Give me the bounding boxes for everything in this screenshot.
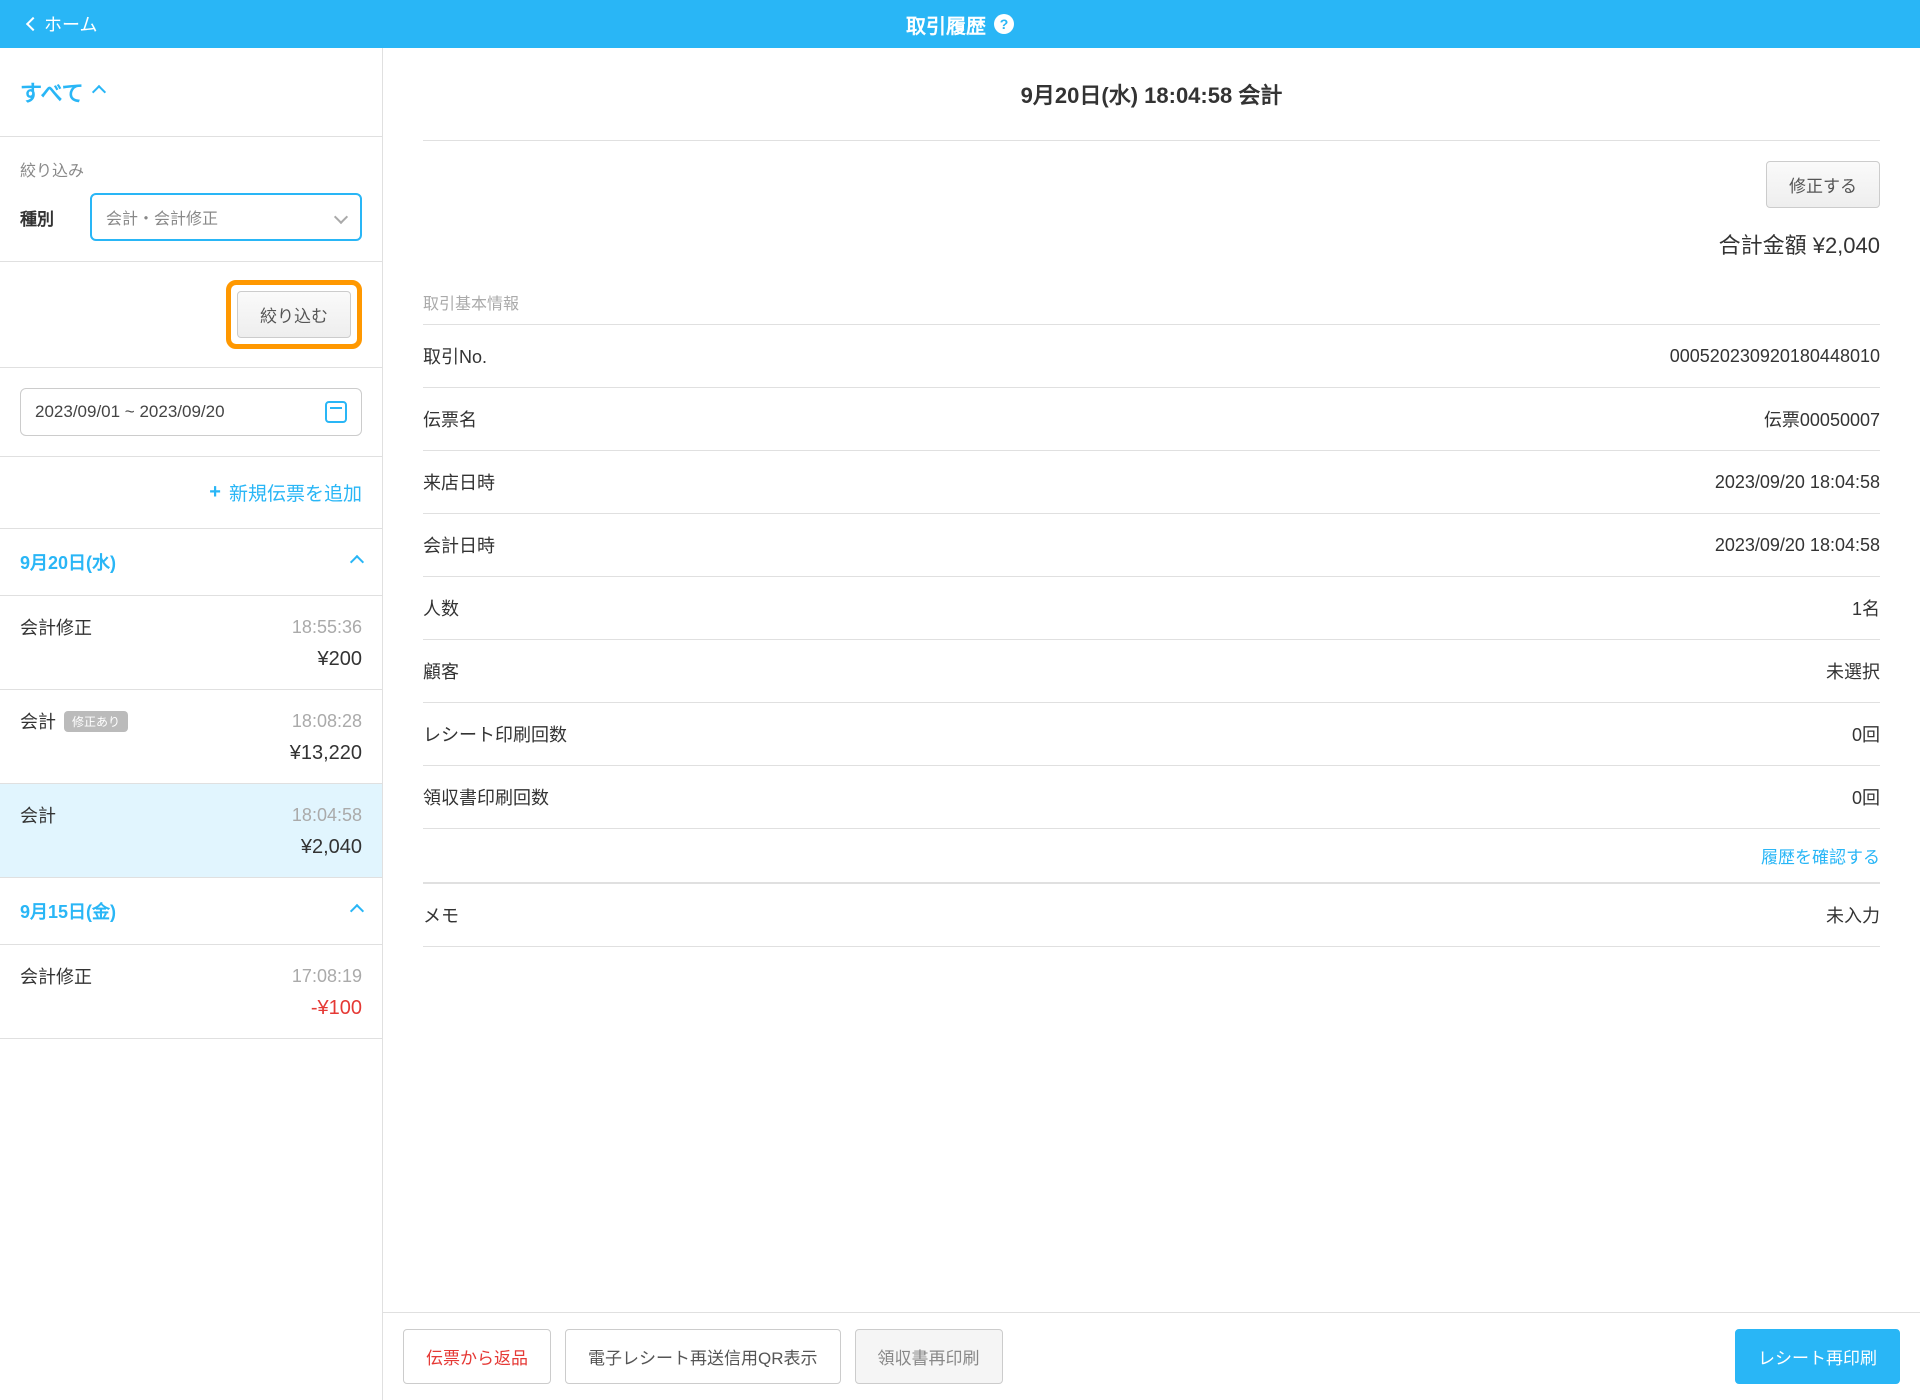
receipt-reprint-button[interactable]: 領収書再印刷: [855, 1329, 1003, 1384]
info-row: 人数 1名: [423, 576, 1880, 639]
edit-button[interactable]: 修正する: [1766, 161, 1880, 208]
filter-heading: 絞り込み: [20, 157, 362, 181]
app-header: ホーム 取引履歴 ?: [0, 0, 1920, 48]
info-row: 取引No. 000520230920180448010: [423, 324, 1880, 387]
reprint-button[interactable]: レシート再印刷: [1735, 1329, 1900, 1384]
transaction-title: 会計修正: [20, 963, 92, 989]
info-label: 領収書印刷回数: [423, 784, 549, 810]
transaction-amount: -¥100: [20, 997, 362, 1020]
transaction-amount: ¥200: [20, 648, 362, 671]
filter-apply-button[interactable]: 絞り込む: [237, 291, 351, 338]
back-button[interactable]: ホーム: [0, 11, 97, 37]
date-range-section: 2023/09/01 ~ 2023/09/20: [0, 368, 382, 457]
info-label: 人数: [423, 595, 459, 621]
transaction-item[interactable]: 会計修正 17:08:19 -¥100: [0, 945, 382, 1039]
return-from-slip-button[interactable]: 伝票から返品: [403, 1329, 551, 1384]
info-row: 会計日時 2023/09/20 18:04:58: [423, 513, 1880, 576]
total-amount: 合計金額 ¥2,040: [423, 228, 1880, 260]
info-value: 000520230920180448010: [1670, 346, 1880, 367]
info-row: レシート印刷回数 0回: [423, 702, 1880, 765]
plus-icon: +: [209, 481, 221, 504]
transaction-item[interactable]: 会計修正あり 18:08:28 ¥13,220: [0, 690, 382, 784]
date-group-header[interactable]: 9月15日(金): [0, 878, 382, 945]
info-row: 顧客 未選択: [423, 639, 1880, 702]
transaction-item[interactable]: 会計修正 18:55:36 ¥200: [0, 596, 382, 690]
transaction-item[interactable]: 会計 18:04:58 ¥2,040: [0, 784, 382, 878]
info-row: 伝票名 伝票00050007: [423, 387, 1880, 450]
divider: [423, 140, 1880, 141]
info-row-memo: メモ 未入力: [423, 883, 1880, 947]
info-label: 顧客: [423, 658, 459, 684]
date-range-input[interactable]: 2023/09/01 ~ 2023/09/20: [20, 388, 362, 436]
date-group-label: 9月20日(水): [20, 549, 116, 575]
memo-value: 未入力: [1826, 902, 1880, 928]
basic-info-heading: 取引基本情報: [423, 290, 1880, 314]
transaction-time: 17:08:19: [292, 966, 362, 987]
info-label: 伝票名: [423, 406, 477, 432]
type-select[interactable]: 会計・会計修正: [90, 193, 362, 241]
transaction-title: 会計修正あり: [20, 708, 128, 734]
transaction-time: 18:08:28: [292, 711, 362, 732]
info-row: 来店日時 2023/09/20 18:04:58: [423, 450, 1880, 513]
transaction-title: 会計: [20, 802, 56, 828]
filter-button-highlight: 絞り込む: [226, 280, 362, 349]
transaction-amount: ¥13,220: [20, 742, 362, 765]
transaction-time: 18:04:58: [292, 805, 362, 826]
add-slip-button[interactable]: + 新規伝票を追加: [0, 457, 382, 529]
memo-label: メモ: [423, 902, 459, 928]
info-value: 2023/09/20 18:04:58: [1715, 472, 1880, 493]
info-label: 来店日時: [423, 469, 495, 495]
transaction-amount: ¥2,040: [20, 836, 362, 859]
type-label: 種別: [20, 205, 70, 230]
page-title-text: 取引履歴: [906, 10, 986, 39]
modified-badge: 修正あり: [64, 711, 128, 732]
main-panel: 9月20日(水) 18:04:58 会計 修正する 合計金額 ¥2,040 取引…: [383, 48, 1920, 1400]
chevron-up-icon: [350, 904, 364, 918]
date-group-header[interactable]: 9月20日(水): [0, 529, 382, 596]
chevron-up-icon: [350, 555, 364, 569]
filter-all-label: すべて: [20, 76, 84, 108]
page-title: 取引履歴 ?: [906, 10, 1014, 39]
filter-button-row: 絞り込む: [0, 262, 382, 368]
info-label: レシート印刷回数: [423, 721, 567, 747]
type-select-value: 会計・会計修正: [106, 205, 218, 229]
chevron-left-icon: [26, 17, 40, 31]
date-range-value: 2023/09/01 ~ 2023/09/20: [35, 402, 225, 422]
sidebar: すべて 絞り込み 種別 会計・会計修正 絞り込む 2023/09/01 ~ 20…: [0, 48, 383, 1400]
action-footer: 伝票から返品 電子レシート再送信用QR表示 領収書再印刷 レシート再印刷: [383, 1312, 1920, 1400]
qr-resend-button[interactable]: 電子レシート再送信用QR表示: [565, 1329, 841, 1384]
info-label: 取引No.: [423, 343, 487, 369]
help-icon[interactable]: ?: [994, 14, 1014, 34]
info-row: 領収書印刷回数 0回: [423, 765, 1880, 829]
total-value: ¥2,040: [1813, 233, 1880, 258]
filter-all-toggle[interactable]: すべて: [0, 48, 382, 137]
transaction-time: 18:55:36: [292, 617, 362, 638]
back-label: ホーム: [44, 11, 97, 37]
chevron-down-icon: [334, 210, 348, 224]
total-label: 合計金額: [1719, 233, 1807, 258]
info-value: 0回: [1852, 784, 1880, 810]
calendar-icon: [325, 401, 347, 423]
detail-title: 9月20日(水) 18:04:58 会計: [423, 78, 1880, 110]
info-value: 2023/09/20 18:04:58: [1715, 535, 1880, 556]
chevron-up-icon: [92, 85, 106, 99]
transaction-title: 会計修正: [20, 614, 92, 640]
history-link[interactable]: 履歴を確認する: [423, 829, 1880, 883]
info-value: 1名: [1852, 595, 1880, 621]
info-value: 0回: [1852, 721, 1880, 747]
info-label: 会計日時: [423, 532, 495, 558]
filter-section: 絞り込み 種別 会計・会計修正: [0, 137, 382, 262]
add-slip-label: 新規伝票を追加: [229, 479, 362, 506]
info-value: 伝票00050007: [1764, 406, 1880, 432]
info-value: 未選択: [1826, 658, 1880, 684]
date-group-label: 9月15日(金): [20, 898, 116, 924]
